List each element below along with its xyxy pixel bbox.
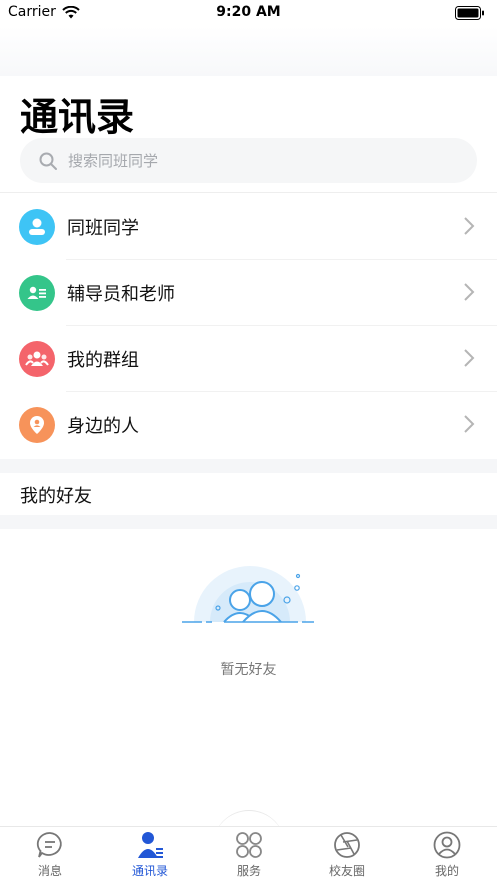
tab-profile[interactable]: 我的 <box>407 830 487 879</box>
tab-label: 消息 <box>37 864 62 878</box>
camera-aperture-icon <box>334 832 360 858</box>
teacher-card-icon <box>19 275 55 311</box>
contact-category-list: 同班同学 辅导员和老师 我的群组 身边的人 <box>0 194 497 458</box>
chevron-right-icon <box>464 349 475 367</box>
tab-label: 校友圈 <box>328 864 365 878</box>
nearby-location-icon <box>19 407 55 443</box>
section-separator <box>0 515 497 529</box>
menu-label: 同班同学 <box>67 218 139 239</box>
header-fade <box>0 26 497 76</box>
tab-alumni-circle[interactable]: 校友圈 <box>307 830 387 879</box>
friends-section-header: 我的好友 <box>20 486 92 507</box>
menu-item-my-groups[interactable]: 我的群组 <box>0 326 497 392</box>
menu-item-classmates[interactable]: 同班同学 <box>0 194 497 260</box>
chevron-right-icon <box>464 415 475 433</box>
profile-icon <box>433 831 461 859</box>
tab-messages[interactable]: 消息 <box>10 830 90 879</box>
classmates-icon <box>19 209 55 245</box>
menu-label: 我的群组 <box>67 350 139 371</box>
page-title: 通讯录 <box>20 95 135 139</box>
status-time: 9:20 AM <box>216 4 281 20</box>
menu-label: 身边的人 <box>67 416 139 437</box>
empty-state-text: 暂无好友 <box>220 662 277 678</box>
search-input[interactable] <box>68 151 448 170</box>
menu-item-nearby-people[interactable]: 身边的人 <box>0 392 497 458</box>
tab-label: 通讯录 <box>131 864 168 878</box>
divider <box>0 192 497 193</box>
empty-friends-illustration <box>182 566 314 623</box>
battery-icon <box>455 6 484 20</box>
menu-item-teachers[interactable]: 辅导员和老师 <box>0 260 497 326</box>
search-bar[interactable] <box>20 138 477 183</box>
status-bar: Carrier 9:20 AM <box>0 0 497 26</box>
service-clover-icon <box>236 832 262 858</box>
tab-label: 服务 <box>236 864 261 878</box>
section-separator <box>0 459 497 473</box>
tab-services[interactable]: 服务 <box>209 830 289 879</box>
tab-contacts[interactable]: 通讯录 <box>110 830 190 879</box>
message-icon <box>36 832 62 858</box>
contacts-icon <box>138 832 163 858</box>
menu-label: 辅导员和老师 <box>67 284 175 305</box>
chevron-right-icon <box>464 217 475 235</box>
chevron-right-icon <box>464 283 475 301</box>
group-icon <box>19 341 55 377</box>
search-icon <box>39 152 57 170</box>
tab-label: 我的 <box>434 864 459 878</box>
